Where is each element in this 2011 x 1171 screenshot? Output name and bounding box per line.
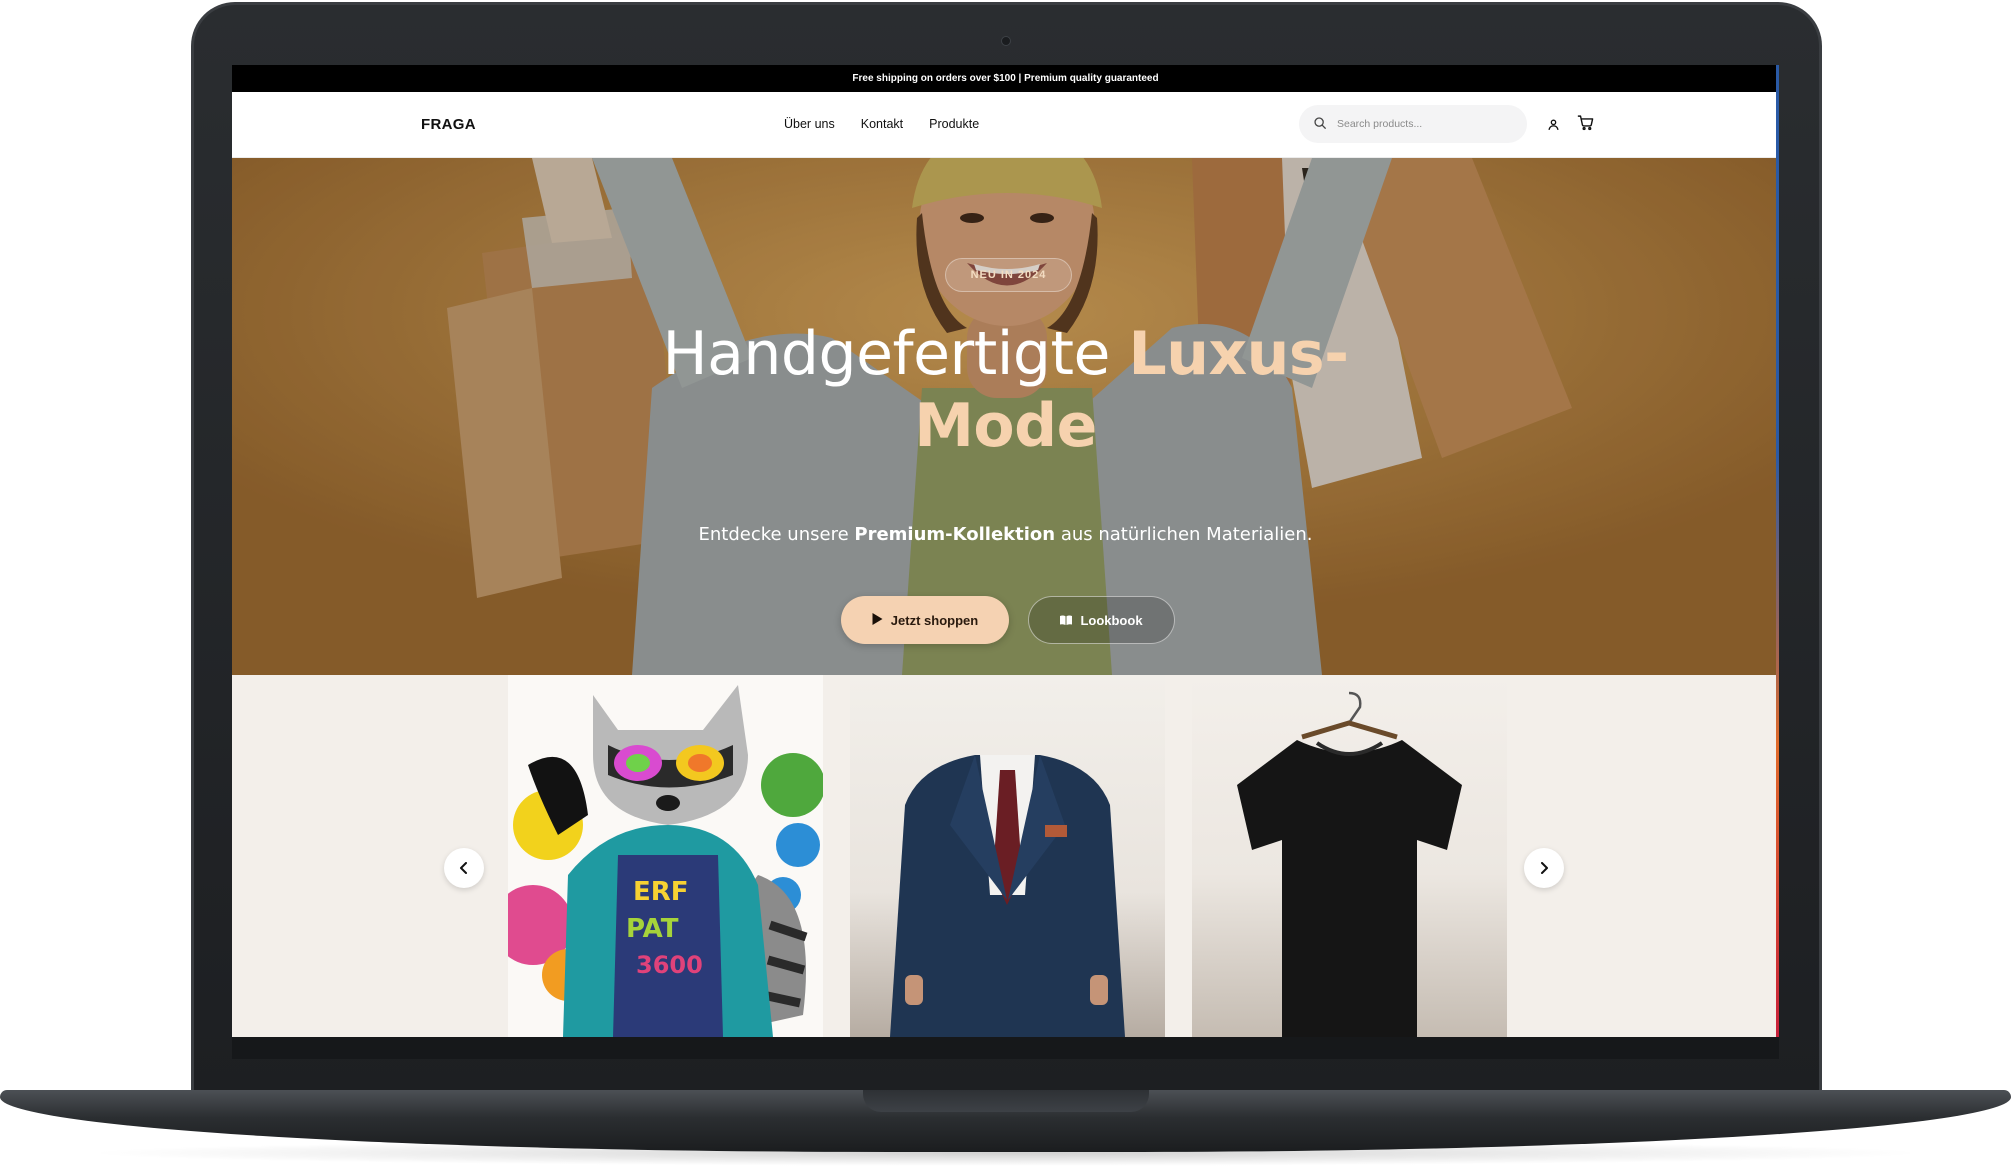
hero-title: Handgefertigte Luxus- Mode	[232, 318, 1779, 462]
promo-text: Free shipping on orders over $100 | Prem…	[852, 73, 1159, 84]
website-screen: Free shipping on orders over $100 | Prem…	[232, 65, 1779, 1037]
screen-edge-accent	[1776, 65, 1779, 1037]
hero-subtitle-post: aus natürlichen Materialien.	[1055, 524, 1313, 545]
hero-subtitle-bold: Premium-Kollektion	[854, 524, 1056, 545]
new-badge: NEU IN 2024	[945, 258, 1072, 292]
search-icon	[1313, 115, 1327, 134]
user-icon	[1547, 116, 1560, 135]
screen-bezel-bottom	[232, 1037, 1779, 1059]
product-card-raccoon[interactable]: ERF PAT 3600	[508, 675, 823, 1037]
chevron-right-icon	[1539, 859, 1549, 878]
product-card-suit[interactable]	[850, 675, 1165, 1037]
product-image-suit	[850, 675, 1165, 1037]
cart-icon	[1577, 114, 1594, 135]
nav-links: Über uns Kontakt Produkte	[784, 117, 979, 131]
hero-title-accent-line2: Mode	[914, 391, 1097, 461]
navbar: FRAGA Über uns Kontakt Produkte	[232, 92, 1779, 158]
shop-now-label: Jetzt shoppen	[890, 612, 979, 628]
play-icon	[872, 612, 883, 628]
lookbook-label: Lookbook	[1080, 612, 1143, 628]
search-bar[interactable]	[1299, 105, 1527, 143]
carousel-prev-button[interactable]	[444, 848, 484, 888]
svg-text:3600: 3600	[636, 951, 703, 979]
chevron-left-icon	[459, 859, 469, 878]
laptop-notch	[863, 1090, 1149, 1112]
cart-button[interactable]	[1574, 113, 1596, 135]
account-button[interactable]	[1542, 114, 1564, 136]
product-card-tshirt[interactable]	[1192, 675, 1507, 1037]
shop-now-button[interactable]: Jetzt shoppen	[841, 596, 1009, 644]
promo-bar: Free shipping on orders over $100 | Prem…	[232, 65, 1779, 92]
carousel-next-button[interactable]	[1524, 848, 1564, 888]
hero-section: NEU IN 2024 Handgefertigte Luxus- Mode E…	[232, 158, 1779, 675]
hero-subtitle-pre: Entdecke unsere	[698, 524, 855, 545]
nav-link-products[interactable]: Produkte	[929, 117, 979, 131]
lookbook-button[interactable]: Lookbook	[1028, 596, 1175, 644]
product-carousel: ERF PAT 3600	[232, 675, 1779, 1037]
hero-subtitle: Entdecke unsere Premium-Kollektion aus n…	[232, 524, 1779, 545]
hero-title-regular: Handgefertigte	[662, 319, 1129, 389]
product-image-tshirt	[1192, 675, 1507, 1037]
book-open-icon	[1060, 613, 1073, 628]
search-input[interactable]	[1335, 117, 1505, 131]
nav-link-about[interactable]: Über uns	[784, 117, 835, 131]
svg-text:ERF: ERF	[633, 877, 689, 907]
camera-icon	[1001, 36, 1011, 46]
hero-title-accent: Luxus-	[1128, 319, 1349, 389]
svg-text:PAT: PAT	[626, 914, 679, 944]
product-image-raccoon: ERF PAT 3600	[508, 675, 823, 1037]
nav-link-contact[interactable]: Kontakt	[861, 117, 903, 131]
brand-logo[interactable]: FRAGA	[421, 116, 476, 133]
